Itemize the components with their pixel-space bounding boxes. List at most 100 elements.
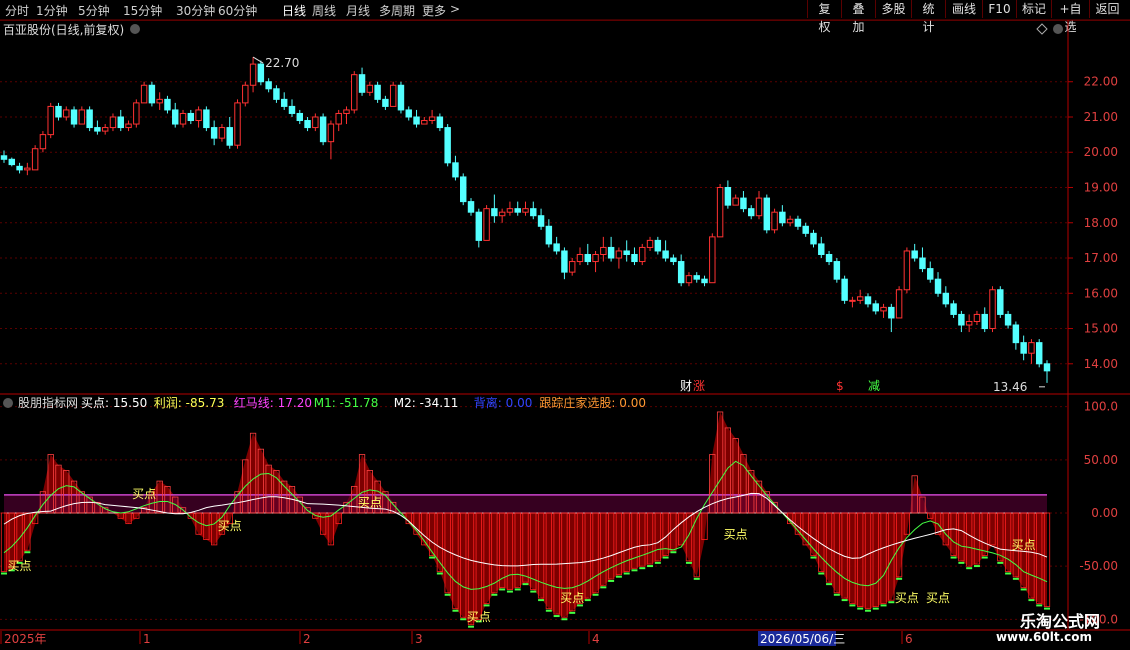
time-axis-label-2: 2 — [303, 632, 311, 646]
candle-body — [732, 197, 739, 206]
candle-body — [903, 250, 911, 291]
candle-body — [1020, 342, 1027, 354]
candle-body — [1043, 363, 1051, 372]
period-tab-3[interactable]: 15分钟 — [123, 2, 162, 19]
candle-body — [210, 127, 218, 139]
event-label-jian: 减 — [868, 379, 880, 393]
candle-body — [825, 253, 833, 263]
toolbar-button-5[interactable]: F10 — [982, 0, 1016, 18]
candle-body — [475, 211, 483, 241]
panel-menu-icon[interactable] — [1053, 24, 1063, 34]
candle-body — [973, 313, 981, 322]
candle-body — [631, 253, 638, 263]
candle-body — [428, 116, 436, 122]
candle-body — [343, 109, 350, 114]
price-tick-label: 20.00 — [1084, 145, 1118, 159]
candle-body — [148, 84, 156, 104]
candle-body — [755, 197, 763, 217]
candle-body — [78, 109, 86, 125]
candle-body — [491, 208, 498, 217]
chart-area[interactable]: 22.0021.0020.0019.0018.0017.0016.0015.00… — [0, 20, 1130, 650]
candle-body — [31, 148, 39, 171]
candle-body — [927, 268, 934, 280]
candle-body — [280, 98, 288, 107]
period-toolbar: 分时 1分钟 5分钟 15分钟 30分钟 60分钟 日线 周线 月线 多周期 更多 > 复权 叠加 多股 统计… — [0, 0, 1130, 34]
indicator-tick-label: 100.0 — [1084, 400, 1118, 414]
candle-body — [763, 197, 771, 231]
candle-body — [607, 246, 615, 259]
candle-body — [460, 176, 467, 203]
period-tab-4[interactable]: 30分钟 — [176, 2, 215, 19]
candle-body — [786, 218, 794, 224]
period-tab-8[interactable]: 月线 — [346, 2, 370, 19]
buy-point-label: 买点 — [467, 610, 491, 624]
indicator-value-4: M2: -34.11 — [394, 396, 459, 410]
candle-body — [576, 253, 584, 263]
candle-body — [685, 275, 693, 284]
candle-body — [312, 116, 319, 129]
candle-body — [288, 105, 296, 114]
toolbar-button-7[interactable]: +自选 — [1051, 0, 1089, 34]
buy-point-label: 买点 — [926, 591, 950, 605]
diamond-icon[interactable] — [1036, 23, 1048, 35]
candle-body — [934, 278, 942, 294]
toolbar-button-1[interactable]: 叠加 — [841, 0, 875, 34]
candle-body — [405, 109, 412, 118]
candle-body — [950, 303, 957, 315]
period-tab-6[interactable]: 日线 — [282, 2, 306, 19]
indicator-value-3: M1: -51.78 — [314, 396, 379, 410]
buy-point-label: 买点 — [724, 527, 748, 541]
candle-body — [109, 116, 117, 129]
candle-body — [101, 127, 109, 132]
candle-body — [506, 208, 514, 213]
candle-body — [856, 296, 864, 301]
candle-body — [86, 109, 93, 129]
candle-body — [880, 306, 887, 312]
more-chevron-icon[interactable]: > — [450, 2, 460, 16]
price-tick-label: 15.00 — [1084, 322, 1118, 336]
title-dropdown-icon[interactable] — [130, 24, 140, 34]
candle-body — [1035, 342, 1043, 365]
watermark-title: 乐淘公式网 — [1019, 612, 1100, 631]
candle-body — [125, 123, 132, 129]
candle-body — [319, 116, 327, 143]
candle-body — [16, 165, 23, 171]
candle-body — [958, 313, 965, 326]
candle-body — [335, 112, 342, 125]
candle-body — [849, 299, 856, 302]
toolbar-button-3[interactable]: 统计 — [911, 0, 945, 34]
candle-body — [965, 320, 973, 326]
candle-body — [156, 98, 163, 104]
indicator-value-5: 背离: 0.00 — [474, 395, 533, 410]
indicator-dropdown-icon[interactable] — [3, 398, 13, 408]
candle-body — [600, 246, 607, 255]
period-tab-10[interactable]: 更多 — [422, 2, 446, 19]
candle-body — [265, 81, 272, 90]
toolbar-button-0[interactable]: 复权 — [807, 0, 841, 34]
candle-body — [226, 127, 233, 146]
period-tab-0[interactable]: 分时 — [5, 2, 29, 19]
candle-body — [693, 275, 700, 280]
toolbar-button-8[interactable]: 返回 — [1089, 0, 1125, 18]
period-tab-9[interactable]: 多周期 — [379, 2, 415, 19]
period-tab-7[interactable]: 周线 — [312, 2, 336, 19]
event-label-dollar: $ — [836, 379, 844, 393]
candle-body — [514, 208, 521, 213]
candle-body — [249, 63, 257, 86]
indicator-name: 股朋指标网 — [18, 395, 78, 410]
period-tab-2[interactable]: 5分钟 — [78, 2, 110, 19]
candle-body — [389, 84, 397, 107]
toolbar-button-4[interactable]: 画线 — [945, 0, 982, 18]
candle-body — [747, 208, 755, 217]
candle-body — [553, 243, 560, 252]
candle-body — [1012, 324, 1020, 344]
candle-body — [779, 211, 786, 224]
period-tab-5[interactable]: 60分钟 — [218, 2, 257, 19]
price-tick-label: 21.00 — [1084, 110, 1118, 124]
toolbar-button-6[interactable]: 标记 — [1016, 0, 1051, 18]
period-tab-1[interactable]: 1分钟 — [36, 2, 68, 19]
toolbar-button-2[interactable]: 多股 — [875, 0, 911, 18]
candle-body — [701, 278, 708, 284]
price-tick-label: 14.00 — [1084, 357, 1118, 371]
candle-body — [592, 253, 599, 263]
